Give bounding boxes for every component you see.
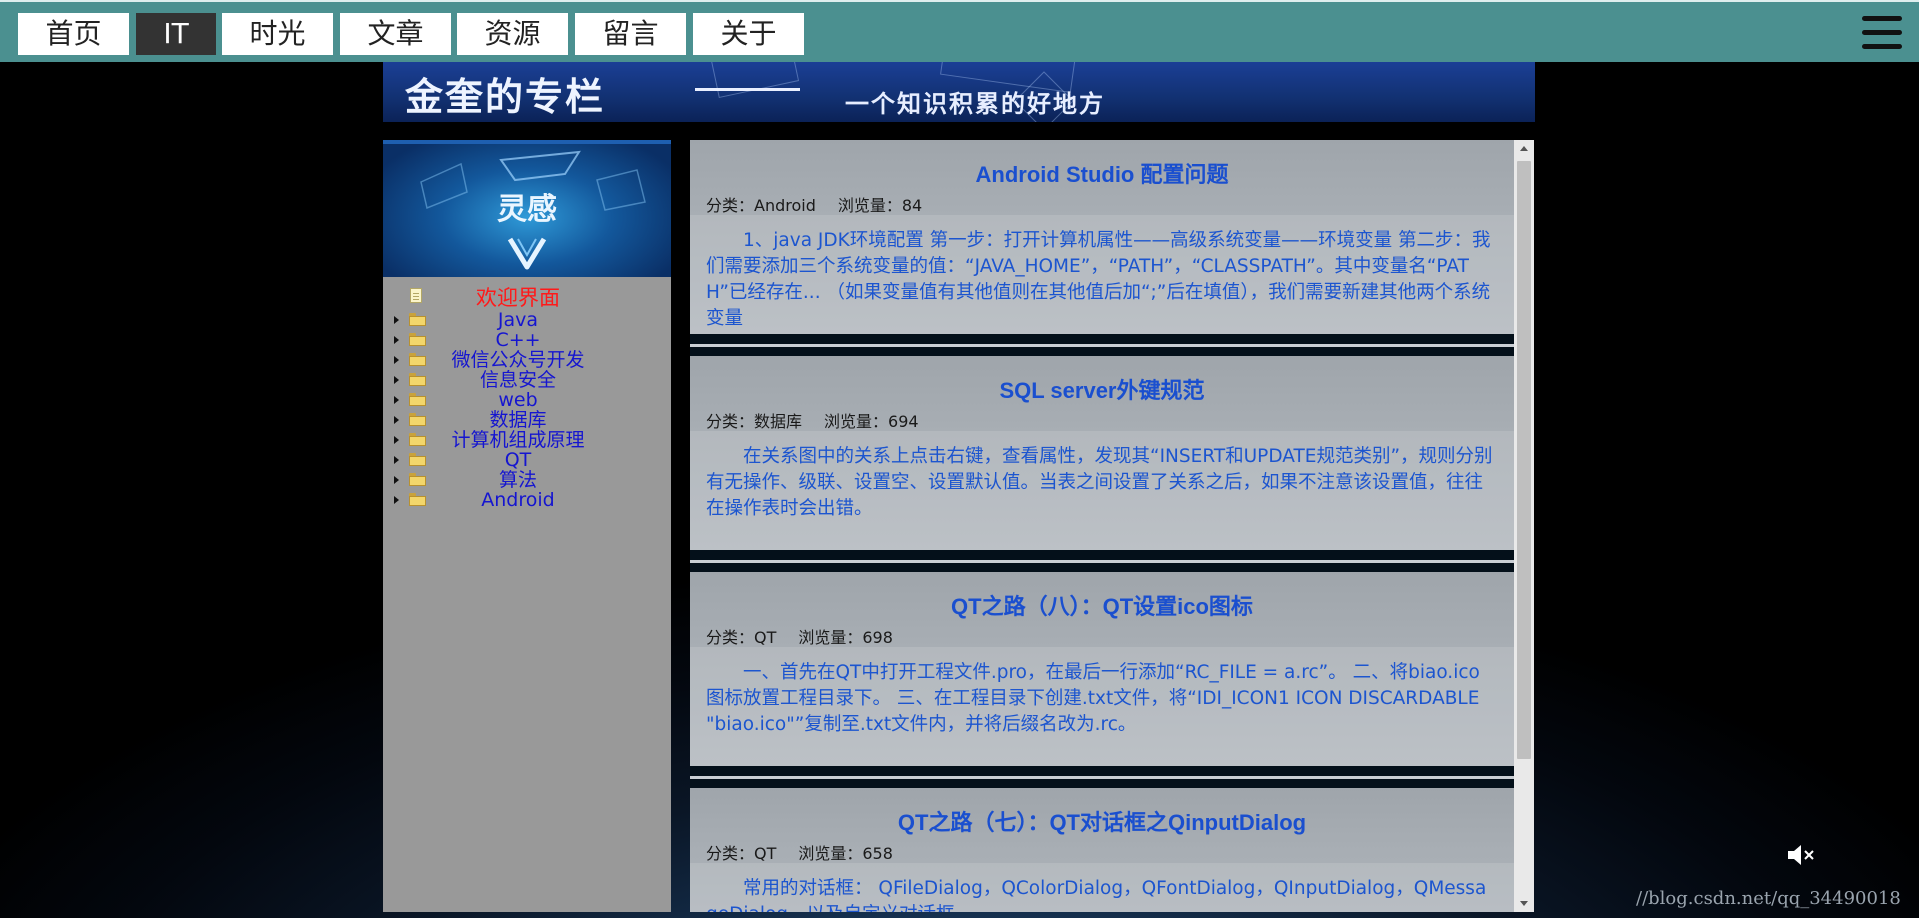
banner-title: 金奎的专栏 xyxy=(405,75,606,119)
post-excerpt: 1、java JDK环境配置 第一步：打开计算机属性——高级系统变量——环境变量… xyxy=(706,230,1491,329)
folder-icon xyxy=(409,493,426,506)
triangle-right-icon[interactable] xyxy=(394,376,399,384)
post-views: 浏览量：694 xyxy=(824,412,919,431)
post-title-link[interactable]: QT之路（八）：QT设置ico图标 xyxy=(690,589,1514,621)
post-card: QT之路（七）：QT对话框之QinputDialog 分类：QT 浏览量：658 … xyxy=(690,788,1514,912)
folder-icon xyxy=(409,393,426,406)
tree-item-label: 数据库 xyxy=(489,409,547,431)
scroll-up-arrow-icon[interactable] xyxy=(1514,140,1534,158)
tree-item-label: 信息安全 xyxy=(479,369,556,391)
banner-divider xyxy=(695,88,800,91)
site-banner: 金奎的专栏 一个知识积累的好地方 xyxy=(383,62,1535,122)
post-meta: 分类：数据库 浏览量：694 xyxy=(706,408,919,432)
tree-item-label: 微信公众号开发 xyxy=(451,349,585,371)
tree-item-algorithm[interactable]: 算法 xyxy=(383,470,671,490)
banner-tagline: 一个知识积累的好地方 xyxy=(845,90,1105,118)
tree-item-label: C++ xyxy=(495,329,541,351)
post-excerpt: 在关系图中的关系上点击右键，查看属性，发现其“INSERT和UPDATE规范类别… xyxy=(706,446,1493,519)
triangle-right-icon[interactable] xyxy=(394,356,399,364)
tree-item-cpp[interactable]: C++ xyxy=(383,330,671,350)
speaker-muted-icon[interactable] xyxy=(1786,842,1816,868)
tree-item-label: Android xyxy=(481,489,555,511)
sidebar-title: 灵感 xyxy=(497,192,557,227)
tree-item-computer-organization[interactable]: 计算机组成原理 xyxy=(383,430,671,450)
tree-item-label: web xyxy=(498,389,538,411)
post-card: Android Studio 配置问题 分类：Android 浏览量：84 1、j… xyxy=(690,140,1514,334)
chevron-down-icon xyxy=(507,237,547,270)
folder-icon xyxy=(409,373,426,386)
post-category: 分类：QT xyxy=(706,844,777,863)
post-separator-line xyxy=(690,344,1514,347)
folder-icon xyxy=(409,333,426,346)
post-separator-line xyxy=(690,560,1514,563)
tree-item-wechat-dev[interactable]: 微信公众号开发 xyxy=(383,350,671,370)
post-meta: 分类：Android 浏览量：84 xyxy=(706,192,922,216)
folder-icon xyxy=(409,313,426,326)
tree-item-label: 欢迎界面 xyxy=(476,286,560,310)
tree-item-label: QT xyxy=(504,449,532,471)
tree-item-android[interactable]: Android xyxy=(383,490,671,510)
post-meta: 分类：QT 浏览量：698 xyxy=(706,624,893,648)
scrollbar-thumb[interactable] xyxy=(1517,161,1531,759)
sidebar-header: 灵感 xyxy=(383,140,671,277)
nav-item-time[interactable]: 时光 xyxy=(222,13,333,55)
triangle-right-icon[interactable] xyxy=(394,316,399,324)
tree-item-infosec[interactable]: 信息安全 xyxy=(383,370,671,390)
triangle-right-icon[interactable] xyxy=(394,416,399,424)
banner-decoration xyxy=(708,62,800,98)
nav-item-home[interactable]: 首页 xyxy=(18,13,129,55)
folder-icon xyxy=(409,353,426,366)
post-excerpt: 常用的对话框： QFileDialog，QColorDialog，QFontDi… xyxy=(706,878,1487,912)
nav-item-resources[interactable]: 资源 xyxy=(457,13,568,55)
nav-item-messages[interactable]: 留言 xyxy=(575,13,686,55)
post-title-link[interactable]: QT之路（七）：QT对话框之QinputDialog xyxy=(690,805,1514,837)
post-views: 浏览量：658 xyxy=(798,844,893,863)
post-separator-line xyxy=(690,776,1514,779)
top-nav-bar: 首页 IT 时光 文章 资源 留言 关于 xyxy=(0,0,1919,62)
tree-item-label: Java xyxy=(497,309,539,331)
post-views: 浏览量：84 xyxy=(837,196,923,215)
folder-icon xyxy=(409,453,426,466)
document-icon xyxy=(410,288,422,303)
scroll-down-arrow-icon[interactable] xyxy=(1514,894,1534,912)
post-title-link[interactable]: SQL server外键规范 xyxy=(690,373,1514,405)
watermark-text: //blog.csdn.net/qq_34490018 xyxy=(1636,888,1901,909)
post-views: 浏览量：698 xyxy=(798,628,893,647)
post-meta: 分类：QT 浏览量：658 xyxy=(706,840,893,864)
tree-item-welcome[interactable]: 欢迎界面 xyxy=(383,286,671,310)
nav-item-about[interactable]: 关于 xyxy=(693,13,804,55)
post-title-link[interactable]: Android Studio 配置问题 xyxy=(690,157,1514,189)
category-sidebar: 灵感 欢迎界面 Java C++ 微信公众号开发 信息安全 web 数据库 计算… xyxy=(383,140,671,912)
triangle-right-icon[interactable] xyxy=(394,436,399,444)
folder-icon xyxy=(409,433,426,446)
tree-item-web[interactable]: web xyxy=(383,390,671,410)
post-list-scrollbar[interactable] xyxy=(1514,140,1534,912)
tree-item-label: 计算机组成原理 xyxy=(451,429,585,451)
post-separator xyxy=(690,334,1514,356)
post-list: Android Studio 配置问题 分类：Android 浏览量：84 1、j… xyxy=(690,140,1514,912)
tree-item-java[interactable]: Java xyxy=(383,310,671,330)
triangle-right-icon[interactable] xyxy=(394,476,399,484)
triangle-right-icon[interactable] xyxy=(394,336,399,344)
post-list-frame: Android Studio 配置问题 分类：Android 浏览量：84 1、j… xyxy=(690,140,1534,912)
post-separator xyxy=(690,550,1514,572)
nav-item-it[interactable]: IT xyxy=(136,13,216,55)
nav-item-articles[interactable]: 文章 xyxy=(340,13,451,55)
post-excerpt: 一、首先在QT中打开工程文件.pro，在最后一行添加“RC_FILE = a.r… xyxy=(706,662,1480,735)
post-category: 分类：QT xyxy=(706,628,777,647)
triangle-right-icon[interactable] xyxy=(394,456,399,464)
post-separator xyxy=(690,766,1514,788)
post-category: 分类：数据库 xyxy=(706,412,803,431)
post-card: QT之路（八）：QT设置ico图标 分类：QT 浏览量：698 一、首先在QT中打… xyxy=(690,572,1514,766)
folder-icon xyxy=(409,413,426,426)
tree-item-database[interactable]: 数据库 xyxy=(383,410,671,430)
folder-icon xyxy=(409,473,426,486)
tree-item-label: 算法 xyxy=(498,469,537,491)
post-card: SQL server外键规范 分类：数据库 浏览量：694 在关系图中的关系上点击… xyxy=(690,356,1514,550)
post-category: 分类：Android xyxy=(706,196,816,215)
triangle-right-icon[interactable] xyxy=(394,396,399,404)
hamburger-menu-icon[interactable] xyxy=(1862,14,1902,52)
tree-item-qt[interactable]: QT xyxy=(383,450,671,470)
triangle-right-icon[interactable] xyxy=(394,496,399,504)
